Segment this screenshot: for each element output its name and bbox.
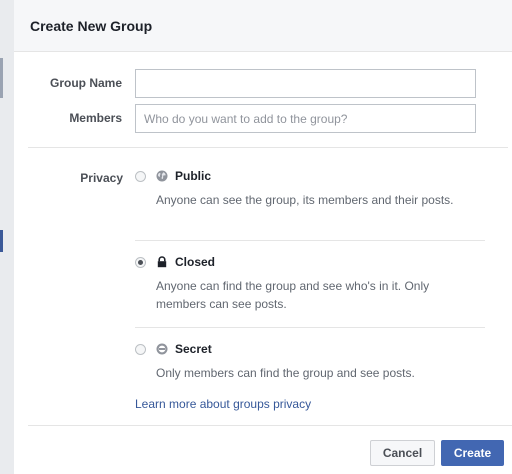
closed-radio[interactable]	[135, 257, 146, 268]
group-name-input[interactable]	[135, 69, 476, 98]
background-mark	[0, 58, 3, 98]
cancel-button[interactable]: Cancel	[370, 440, 435, 466]
globe-icon	[156, 170, 168, 182]
secret-radio[interactable]	[135, 344, 146, 355]
closed-name: Closed	[175, 255, 216, 269]
public-description: Anyone can see the group, its members an…	[156, 193, 454, 207]
privacy-option-secret[interactable]: Secret Only members can find the group a…	[135, 343, 486, 383]
closed-description: Anyone can find the group and see who's …	[156, 279, 430, 311]
secret-icon	[156, 343, 168, 355]
dialog-title: Create New Group	[30, 17, 153, 34]
privacy-option-public[interactable]: Public Anyone can see the group, its mem…	[135, 170, 486, 230]
secret-name: Secret	[175, 342, 212, 356]
learn-more-privacy-link[interactable]: Learn more about groups privacy	[135, 397, 311, 411]
group-name-row: Group Name	[14, 69, 512, 98]
create-group-dialog: Create New Group Group Name Members Priv…	[14, 0, 512, 474]
create-button[interactable]: Create	[441, 440, 504, 466]
background-mark	[0, 230, 3, 252]
dialog-header: Create New Group	[14, 0, 512, 52]
public-name: Public	[175, 169, 212, 183]
privacy-label: Privacy	[80, 171, 123, 185]
privacy-option-closed[interactable]: Closed Anyone can find the group and see…	[135, 256, 486, 316]
lock-icon	[157, 256, 167, 268]
public-radio[interactable]	[135, 171, 146, 182]
background-page-edge	[0, 0, 14, 474]
section-divider	[28, 147, 508, 148]
footer-divider	[28, 425, 512, 426]
secret-description: Only members can find the group and see …	[156, 366, 415, 380]
option-divider	[135, 240, 485, 241]
members-input[interactable]	[135, 104, 476, 133]
group-name-label: Group Name	[49, 76, 122, 90]
members-row: Members	[14, 104, 512, 133]
option-divider	[135, 327, 485, 328]
members-label: Members	[69, 111, 122, 125]
